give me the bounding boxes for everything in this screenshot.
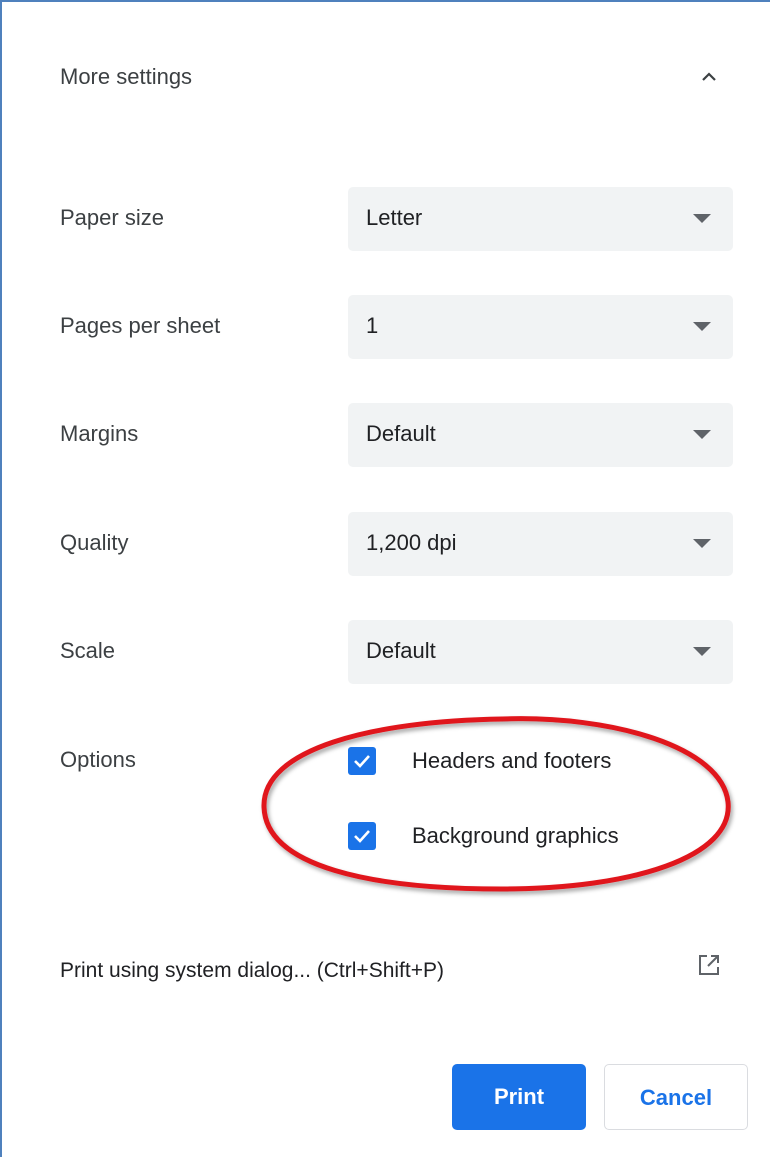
paper-size-row: Paper size Letter — [2, 187, 770, 251]
paper-size-label: Paper size — [60, 205, 164, 230]
print-settings-panel: More settings Paper size Letter Pages pe… — [0, 0, 770, 1157]
more-settings-header[interactable]: More settings — [2, 42, 770, 112]
margins-row: Margins Default — [2, 403, 770, 467]
quality-value: 1,200 dpi — [366, 530, 457, 555]
red-ellipse-annotation — [261, 716, 731, 892]
pages-per-sheet-row: Pages per sheet 1 — [2, 295, 770, 359]
dropdown-caret-icon — [693, 322, 711, 331]
print-system-dialog-link[interactable]: Print using system dialog... (Ctrl+Shift… — [60, 959, 444, 983]
margins-label: Margins — [60, 421, 139, 446]
paper-size-select[interactable]: Letter — [348, 187, 733, 251]
margins-value: Default — [366, 421, 436, 446]
dropdown-caret-icon — [693, 214, 711, 223]
pages-per-sheet-value: 1 — [366, 313, 379, 338]
open-external-icon[interactable] — [696, 952, 722, 978]
cancel-button[interactable]: Cancel — [604, 1064, 748, 1130]
pages-per-sheet-label: Pages per sheet — [60, 313, 221, 338]
print-button[interactable]: Print — [452, 1064, 586, 1130]
paper-size-value: Letter — [366, 205, 423, 230]
pages-per-sheet-select[interactable]: 1 — [348, 295, 733, 359]
scale-select[interactable]: Default — [348, 620, 733, 684]
margins-select[interactable]: Default — [348, 403, 733, 467]
scale-value: Default — [366, 638, 436, 663]
scale-label: Scale — [60, 638, 116, 663]
scale-row: Scale Default — [2, 620, 770, 684]
dropdown-caret-icon — [693, 430, 711, 439]
chevron-up-icon[interactable] — [698, 66, 720, 88]
quality-select[interactable]: 1,200 dpi — [348, 512, 733, 576]
quality-row: Quality 1,200 dpi — [2, 512, 770, 576]
dropdown-caret-icon — [693, 539, 711, 548]
options-label: Options — [60, 747, 136, 772]
dropdown-caret-icon — [693, 647, 711, 656]
quality-label: Quality — [60, 530, 129, 555]
more-settings-title: More settings — [60, 64, 193, 89]
